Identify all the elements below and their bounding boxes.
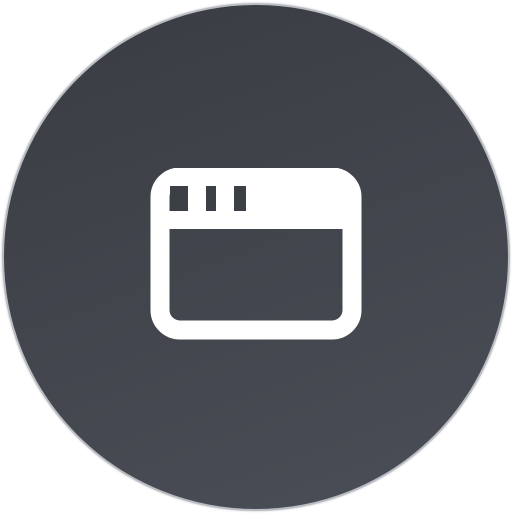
browser-window-icon [150, 168, 362, 340]
app-launcher-button[interactable] [2, 3, 510, 511]
app-icon-stage [0, 0, 512, 513]
